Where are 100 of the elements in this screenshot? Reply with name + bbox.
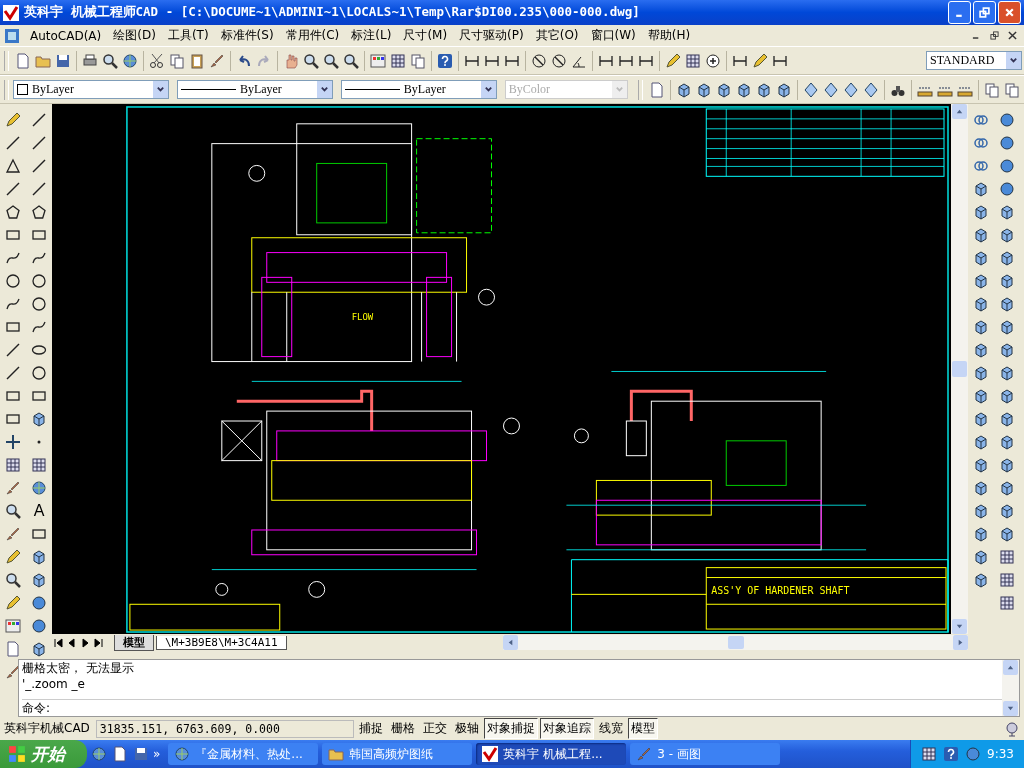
grid-icon[interactable] bbox=[5, 457, 21, 473]
cube-icon[interactable] bbox=[31, 411, 47, 427]
status-toggle[interactable]: 对象追踪 bbox=[539, 718, 594, 739]
magnifier-icon[interactable] bbox=[5, 572, 21, 588]
down-arrow-icon[interactable] bbox=[1006, 704, 1015, 713]
horizontal-scrollbar[interactable] bbox=[503, 635, 968, 650]
up-arrow-icon[interactable] bbox=[955, 107, 964, 116]
diamond-icon[interactable] bbox=[863, 81, 879, 98]
document-icon[interactable] bbox=[4, 27, 20, 44]
status-toggle[interactable]: 极轴 bbox=[451, 718, 482, 739]
pages-icon[interactable] bbox=[410, 52, 426, 69]
cube-icon[interactable] bbox=[999, 227, 1015, 243]
restore-button[interactable] bbox=[973, 1, 996, 24]
layout-tab[interactable]: \M+3B9E8\M+3C4A11 bbox=[156, 635, 287, 650]
sphere-icon[interactable] bbox=[965, 746, 982, 762]
cube-icon[interactable] bbox=[973, 457, 989, 473]
cube-icon[interactable] bbox=[973, 480, 989, 496]
sphere-icon[interactable] bbox=[31, 595, 47, 611]
sphere-icon[interactable] bbox=[999, 135, 1015, 151]
cube-icon[interactable] bbox=[973, 273, 989, 289]
status-toggle[interactable]: 模型 bbox=[627, 718, 658, 739]
magnifier-icon[interactable] bbox=[343, 52, 359, 69]
cube-icon[interactable] bbox=[973, 227, 989, 243]
taskbar-button[interactable]: 『金属材料、热处... bbox=[168, 743, 319, 765]
cube-icon[interactable] bbox=[973, 250, 989, 266]
pages-icon[interactable] bbox=[169, 52, 185, 69]
cube-icon[interactable] bbox=[31, 549, 47, 565]
polygon-icon[interactable] bbox=[31, 204, 47, 220]
cube-icon[interactable] bbox=[973, 204, 989, 220]
line-icon[interactable] bbox=[31, 181, 47, 197]
magnifier-icon[interactable] bbox=[303, 52, 319, 69]
scrollbar-thumb[interactable] bbox=[952, 361, 967, 377]
cube-icon[interactable] bbox=[973, 526, 989, 542]
cube-icon[interactable] bbox=[973, 572, 989, 588]
cube-icon[interactable] bbox=[716, 81, 733, 98]
rectangle-icon[interactable] bbox=[31, 388, 47, 404]
cube-icon[interactable] bbox=[973, 549, 989, 565]
line-icon[interactable] bbox=[31, 158, 47, 174]
close-icon[interactable] bbox=[1004, 7, 1015, 18]
cube-icon[interactable] bbox=[676, 81, 693, 98]
rectangle-icon[interactable] bbox=[5, 388, 21, 404]
menu-item[interactable]: 窗口(W) bbox=[584, 27, 642, 44]
scissors-icon[interactable] bbox=[149, 52, 165, 69]
menu-item[interactable]: 标准件(S) bbox=[214, 27, 280, 44]
brush-icon[interactable] bbox=[5, 664, 21, 680]
globe-icon[interactable] bbox=[122, 52, 138, 69]
cube-icon[interactable] bbox=[999, 273, 1015, 289]
cube-icon[interactable] bbox=[31, 641, 47, 657]
question-icon[interactable] bbox=[437, 52, 453, 69]
cube-icon[interactable] bbox=[973, 296, 989, 312]
sphere-icon[interactable] bbox=[31, 618, 47, 634]
rings-icon[interactable] bbox=[973, 135, 989, 151]
globe-icon[interactable] bbox=[91, 746, 107, 762]
magnifier-icon[interactable] bbox=[102, 52, 118, 69]
grid-icon[interactable] bbox=[685, 52, 701, 69]
move-icon[interactable] bbox=[5, 434, 21, 450]
sphere-icon[interactable] bbox=[999, 181, 1015, 197]
pencil-icon[interactable] bbox=[752, 52, 768, 69]
grid-icon[interactable] bbox=[31, 457, 47, 473]
status-toggle[interactable]: 对象捕捉 bbox=[483, 718, 538, 739]
cube-icon[interactable] bbox=[736, 81, 753, 98]
magnifier-icon[interactable] bbox=[5, 503, 21, 519]
cube-icon[interactable] bbox=[999, 480, 1015, 496]
vertical-scrollbar[interactable] bbox=[1002, 660, 1019, 716]
brush-icon[interactable] bbox=[209, 52, 225, 69]
text-tool-button[interactable]: A bbox=[29, 501, 49, 521]
rectangle-icon[interactable] bbox=[31, 526, 47, 542]
cube-icon[interactable] bbox=[973, 411, 989, 427]
cube-icon[interactable] bbox=[999, 411, 1015, 427]
menu-item[interactable]: 常用件(C) bbox=[279, 27, 346, 44]
cube-icon[interactable] bbox=[999, 204, 1015, 220]
plus-circle-icon[interactable] bbox=[705, 52, 721, 69]
palette-icon[interactable] bbox=[5, 618, 21, 634]
pencil-icon[interactable] bbox=[5, 549, 21, 565]
grid-icon[interactable] bbox=[999, 549, 1015, 565]
status-toggle[interactable]: 捕捉 bbox=[355, 718, 386, 739]
minimize-button[interactable] bbox=[948, 1, 971, 24]
property-dropdown[interactable]: ByLayer bbox=[340, 80, 497, 99]
taskbar-button[interactable]: 韩国高频炉图纸 bbox=[322, 743, 473, 765]
cube-icon[interactable] bbox=[756, 81, 773, 98]
ellipse-icon[interactable] bbox=[31, 342, 47, 358]
rings-icon[interactable] bbox=[973, 158, 989, 174]
magnifier-icon[interactable] bbox=[323, 52, 339, 69]
line-icon[interactable] bbox=[31, 135, 47, 151]
circle-icon[interactable] bbox=[31, 296, 47, 312]
folder-icon[interactable] bbox=[328, 746, 345, 762]
pages-icon[interactable] bbox=[983, 81, 1000, 98]
status-toggle[interactable]: 栅格 bbox=[387, 718, 418, 739]
globe-icon[interactable] bbox=[31, 480, 47, 496]
circle-slash-icon[interactable] bbox=[551, 52, 567, 69]
diamond-icon[interactable] bbox=[843, 81, 859, 98]
drawing-canvas[interactable]: FLOW ASS'Y OF HARDENER SHAFT bbox=[52, 104, 951, 634]
cube-icon[interactable] bbox=[999, 319, 1015, 335]
pencil-icon[interactable] bbox=[665, 52, 681, 69]
page-icon[interactable] bbox=[5, 641, 21, 657]
globe-icon[interactable] bbox=[174, 746, 191, 762]
down-arrow-icon[interactable] bbox=[955, 622, 964, 631]
page-icon[interactable] bbox=[112, 746, 128, 762]
cube-icon[interactable] bbox=[973, 503, 989, 519]
up-arrow-icon[interactable] bbox=[1006, 663, 1015, 672]
